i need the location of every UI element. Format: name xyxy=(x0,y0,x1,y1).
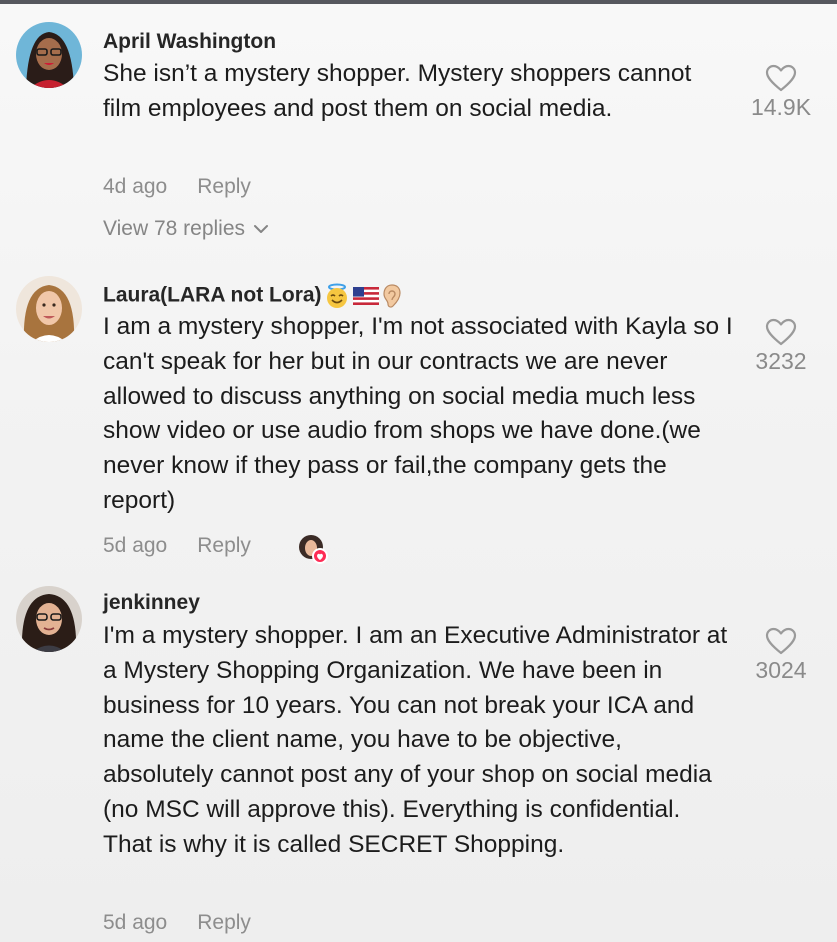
comment-text: I am a mystery shopper, I'm not associat… xyxy=(103,313,733,514)
comment-meta: 4d ago Reply xyxy=(103,175,251,199)
username[interactable]: Laura(LARA not Lora) xyxy=(103,283,402,309)
like-area: 14.9K xyxy=(736,64,826,121)
heart-icon[interactable] xyxy=(765,627,797,655)
avatar-image xyxy=(16,22,82,88)
username[interactable]: jenkinney xyxy=(103,591,200,615)
comment-time: 5d ago xyxy=(103,911,168,934)
view-replies-label: View 78 replies xyxy=(103,217,246,240)
heart-icon[interactable] xyxy=(765,318,797,346)
like-count: 3232 xyxy=(755,348,807,374)
comment-text: I'm a mystery shopper. I am an Executive… xyxy=(103,622,728,858)
avatar-image xyxy=(16,586,82,652)
username-text: Laura(LARA not Lora) xyxy=(103,283,322,307)
top-border xyxy=(0,0,837,4)
us-flag-emoji-icon xyxy=(352,287,379,305)
creator-liked-avatar xyxy=(297,533,329,565)
chevron-down-icon xyxy=(254,225,269,234)
comment-time: 5d ago xyxy=(103,534,168,557)
avatar[interactable] xyxy=(16,22,82,88)
halo-smile-emoji-icon xyxy=(326,283,347,308)
username[interactable]: April Washington xyxy=(103,30,276,54)
reply-button[interactable]: Reply xyxy=(197,534,251,557)
reply-button[interactable]: Reply xyxy=(197,911,251,934)
comment-meta: 5d ago Reply xyxy=(103,911,251,935)
comment-time: 4d ago xyxy=(103,175,168,198)
avatar[interactable] xyxy=(16,586,82,652)
like-area: 3232 xyxy=(736,318,826,375)
reply-button[interactable]: Reply xyxy=(197,175,251,198)
like-count: 14.9K xyxy=(750,94,812,120)
avatar-image xyxy=(16,276,82,342)
like-area: 3024 xyxy=(736,627,826,684)
heart-icon[interactable] xyxy=(765,64,797,92)
comment-meta: 5d ago Reply xyxy=(103,534,251,558)
like-count: 3024 xyxy=(755,657,807,683)
view-replies-button[interactable]: View 78 replies xyxy=(103,217,269,241)
username-emojis xyxy=(324,283,402,309)
comment-text: She isn’t a mystery shopper. Mystery sho… xyxy=(103,60,692,122)
creator-avatar-icon xyxy=(299,535,328,564)
ear-emoji-icon xyxy=(382,284,401,308)
avatar[interactable] xyxy=(16,276,82,342)
